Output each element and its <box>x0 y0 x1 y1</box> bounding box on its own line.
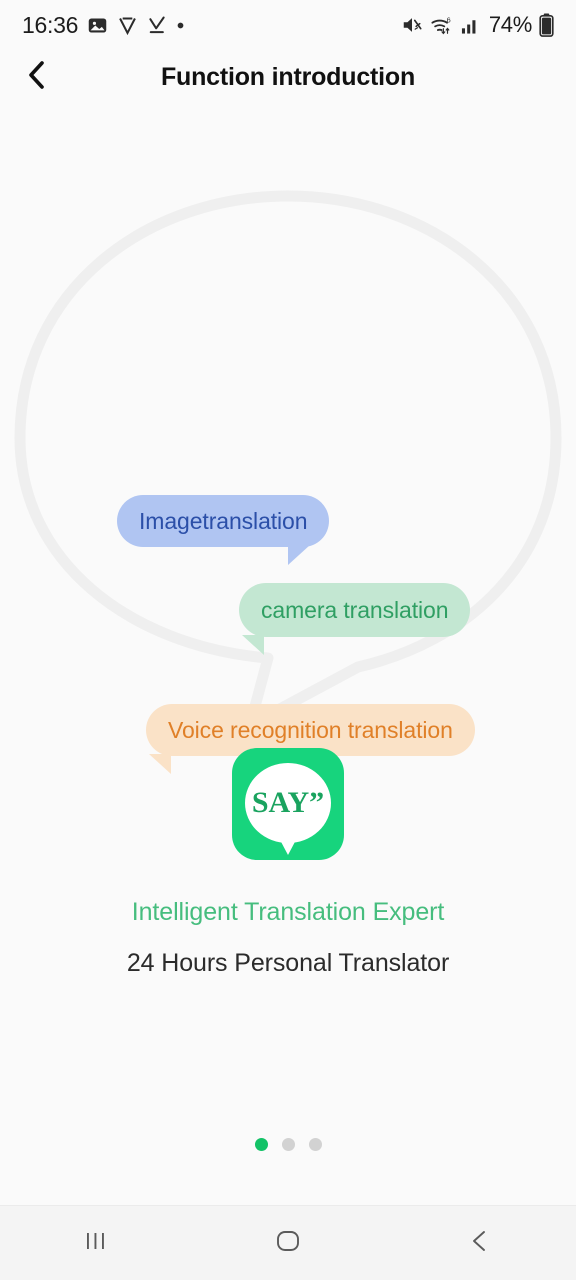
v-app-icon <box>117 15 138 36</box>
wifi-6-icon: 6 <box>430 14 454 36</box>
app-icon-bubble-shape: SAY” <box>245 762 331 843</box>
status-bar-right: 6 74% <box>401 12 554 38</box>
status-bar: 16:36 6 74% <box>0 0 576 50</box>
page-title: Function introduction <box>160 63 416 91</box>
nav-back-button[interactable] <box>430 1206 530 1280</box>
feature-bubble-label: Voice recognition translation <box>168 716 453 743</box>
bubble-tail <box>149 754 171 774</box>
recents-icon <box>82 1227 110 1260</box>
outline-speech-bubble-icon <box>14 190 562 731</box>
back-chevron-icon <box>25 59 49 96</box>
app-bar: Function introduction <box>0 50 576 105</box>
feature-bubble-image-translation[interactable]: Imagetranslation <box>117 495 330 565</box>
brand-block: SAY” Intelligent Translation Expert 24 H… <box>0 748 576 978</box>
dot-icon <box>176 21 185 30</box>
back-button[interactable] <box>14 55 60 101</box>
pagination-dot-1[interactable] <box>254 1138 268 1151</box>
feature-illustration: Imagetranslation camera translation Voic… <box>0 180 576 774</box>
status-time: 16:36 <box>22 11 79 38</box>
home-button[interactable] <box>238 1206 338 1280</box>
feature-bubble-label: Imagetranslation <box>139 507 308 534</box>
tagline-secondary: 24 Hours Personal Translator <box>126 949 450 977</box>
nav-back-icon <box>466 1227 494 1260</box>
home-icon <box>273 1226 303 1261</box>
pagination-dot-2[interactable] <box>281 1138 295 1151</box>
download-check-icon <box>147 15 167 35</box>
mute-icon <box>401 14 423 36</box>
recents-button[interactable] <box>46 1206 146 1280</box>
feature-bubble-camera-translation[interactable]: camera translation <box>239 583 471 655</box>
svg-text:6: 6 <box>446 15 450 24</box>
battery-icon <box>539 13 554 37</box>
pagination-dot-3[interactable] <box>308 1138 322 1151</box>
tagline-primary: Intelligent Translation Expert <box>131 898 445 926</box>
bubble-tail <box>288 545 310 565</box>
pagination-dots <box>0 1138 576 1151</box>
battery-percent: 74% <box>488 12 532 37</box>
feature-bubble-label: camera translation <box>261 596 449 623</box>
android-navigation-bar <box>0 1205 576 1280</box>
photo-icon <box>87 15 108 36</box>
say-app-icon: SAY” <box>232 748 344 860</box>
app-icon-wordmark: SAY” <box>251 785 325 819</box>
status-bar-left: 16:36 <box>22 12 185 39</box>
signal-bars-icon <box>461 15 480 35</box>
bubble-tail <box>242 635 264 655</box>
